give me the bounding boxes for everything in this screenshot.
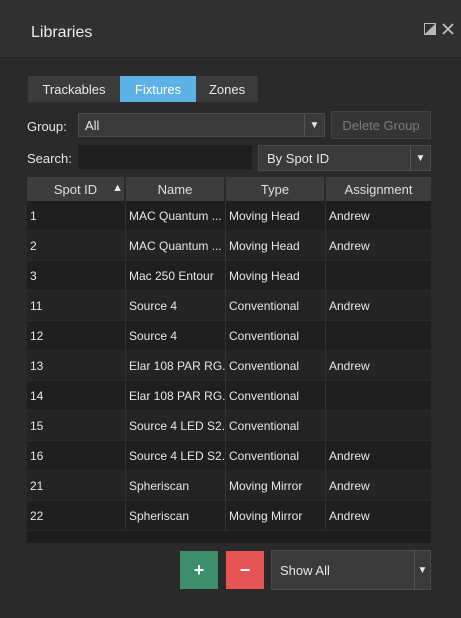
libraries-panel: Libraries Trackables Fixtures Zones Grou…	[0, 0, 461, 618]
cell-name: Source 4 LED S2...	[126, 411, 226, 440]
cell-name: Spheriscan	[126, 471, 226, 500]
cell-spot-id: 11	[27, 291, 126, 320]
column-header-assignment[interactable]: Assignment	[326, 177, 431, 201]
window-controls	[423, 22, 455, 36]
cell-spot-id: 2	[27, 231, 126, 260]
cell-name: MAC Quantum ...	[126, 231, 226, 260]
cell-spot-id: 16	[27, 441, 126, 470]
cell-type: Conventional	[226, 351, 326, 380]
table-header: Spot ID ▲ Name Type Assignment	[27, 177, 431, 201]
cell-assignment: Andrew	[329, 358, 370, 373]
cell-type: Moving Mirror	[226, 501, 326, 530]
cell-assignment: Andrew	[329, 448, 370, 463]
cell-assignment	[326, 321, 431, 350]
cell-name: MAC Quantum ...	[126, 201, 226, 230]
panel-body: Trackables Fixtures Zones Group: All ▼ D…	[0, 59, 461, 618]
cell-type: Conventional	[226, 441, 326, 470]
remove-fixture-button[interactable]: −	[226, 551, 264, 589]
table-row[interactable]: 12 Source 4 Conventional	[27, 321, 431, 351]
tab-trackables[interactable]: Trackables	[28, 76, 120, 102]
search-mode-select[interactable]: By Spot ID ▼	[258, 145, 431, 171]
table-row[interactable]: 21 Spheriscan Moving Mirror Andrew	[27, 471, 431, 501]
cell-spot-id: 22	[27, 501, 126, 530]
column-header-spot-id[interactable]: Spot ID ▲	[27, 177, 126, 201]
cell-assignment: Andrew	[329, 238, 370, 253]
chevron-down-icon[interactable]: ▼	[304, 114, 324, 136]
cell-name: Source 4	[126, 291, 226, 320]
library-tabs: Trackables Fixtures Zones	[28, 76, 258, 102]
cell-spot-id: 1	[27, 201, 126, 230]
cell-name: Spheriscan	[126, 501, 226, 530]
panel-title: Libraries	[31, 24, 93, 41]
table-row[interactable]: 1 MAC Quantum ... Moving Head Andrew	[27, 201, 431, 231]
cell-spot-id: 21	[27, 471, 126, 500]
cell-assignment	[326, 381, 431, 410]
cell-name: Mac 250 Entour	[126, 261, 226, 290]
cell-type: Moving Mirror	[226, 471, 326, 500]
cell-assignment	[326, 261, 431, 290]
search-mode-value: By Spot ID	[267, 150, 330, 166]
tab-zones[interactable]: Zones	[196, 76, 258, 102]
cell-spot-id: 15	[27, 411, 126, 440]
cell-type: Conventional	[226, 381, 326, 410]
close-icon[interactable]	[441, 22, 455, 36]
cell-name: Source 4 LED S2...	[126, 441, 226, 470]
add-fixture-button[interactable]: +	[180, 551, 218, 589]
group-select[interactable]: All ▼	[78, 113, 325, 137]
table-row[interactable]: 2 MAC Quantum ... Moving Head Andrew	[27, 231, 431, 261]
cell-type: Conventional	[226, 321, 326, 350]
table-row[interactable]: 13 Elar 108 PAR RG... Conventional Andre…	[27, 351, 431, 381]
table-row[interactable]: 3 Mac 250 Entour Moving Head	[27, 261, 431, 291]
filter-select[interactable]: Show All ▼	[271, 550, 431, 590]
cell-spot-id: 13	[27, 351, 126, 380]
cell-assignment	[326, 411, 431, 440]
cell-spot-id: 3	[27, 261, 126, 290]
cell-spot-id: 12	[27, 321, 126, 350]
popout-icon[interactable]	[423, 22, 437, 36]
cell-name: Source 4	[126, 321, 226, 350]
cell-type: Moving Head	[226, 231, 326, 260]
cell-assignment: Andrew	[329, 508, 370, 523]
tab-fixtures[interactable]: Fixtures	[120, 76, 196, 102]
cell-name: Elar 108 PAR RG...	[126, 351, 226, 380]
table-row[interactable]: 14 Elar 108 PAR RG... Conventional	[27, 381, 431, 411]
table-body: 1 MAC Quantum ... Moving Head Andrew 2 M…	[27, 201, 431, 531]
cell-assignment: Andrew	[329, 298, 370, 313]
table-row[interactable]: 16 Source 4 LED S2... Conventional Andre…	[27, 441, 431, 471]
cell-assignment: Andrew	[329, 478, 370, 493]
cell-assignment: Andrew	[329, 208, 370, 223]
cell-type: Moving Head	[226, 201, 326, 230]
table-row[interactable]: 11 Source 4 Conventional Andrew	[27, 291, 431, 321]
fixtures-table: Spot ID ▲ Name Type Assignment 1 MAC Qua…	[27, 177, 431, 543]
column-header-name[interactable]: Name	[126, 177, 226, 201]
sort-ascending-icon: ▲	[112, 182, 123, 194]
cell-name: Elar 108 PAR RG...	[126, 381, 226, 410]
search-input[interactable]	[78, 145, 252, 169]
table-row[interactable]: 15 Source 4 LED S2... Conventional	[27, 411, 431, 441]
title-bar: Libraries	[0, 0, 461, 58]
chevron-down-icon[interactable]: ▼	[410, 146, 430, 170]
cell-type: Conventional	[226, 411, 326, 440]
table-row[interactable]: 22 Spheriscan Moving Mirror Andrew	[27, 501, 431, 531]
filter-select-value: Show All	[280, 562, 330, 578]
cell-type: Conventional	[226, 291, 326, 320]
search-label: Search:	[27, 151, 72, 166]
cell-spot-id: 14	[27, 381, 126, 410]
cell-type: Moving Head	[226, 261, 326, 290]
chevron-down-icon[interactable]: ▼	[414, 551, 430, 589]
delete-group-button[interactable]: Delete Group	[331, 111, 431, 139]
column-header-type[interactable]: Type	[226, 177, 326, 201]
group-select-value: All	[85, 117, 100, 133]
group-label: Group:	[27, 119, 67, 134]
